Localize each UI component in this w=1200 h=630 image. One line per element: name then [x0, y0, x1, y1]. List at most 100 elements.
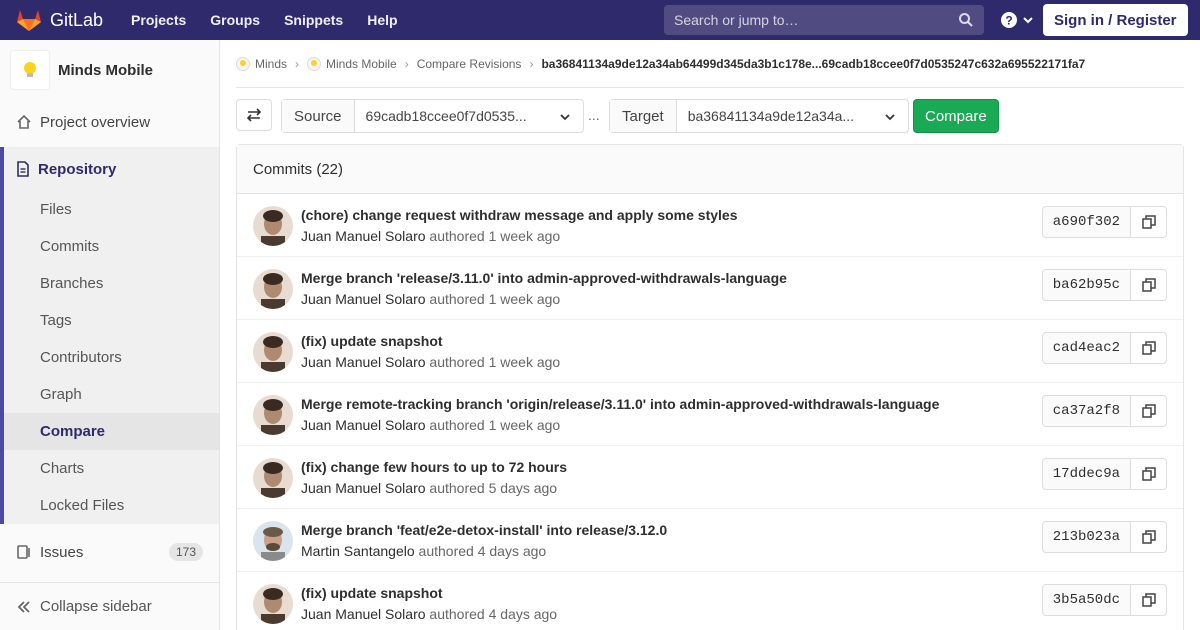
commit-sha-button[interactable]: a690f302 — [1041, 206, 1131, 238]
target-selector: Target ba36841134a9de12a34a... — [609, 99, 909, 133]
search-icon[interactable] — [958, 12, 974, 28]
commit-title[interactable]: Merge branch 'release/3.11.0' into admin… — [301, 270, 787, 286]
swap-arrows-icon — [246, 108, 262, 122]
nav-groups[interactable]: Groups — [210, 12, 260, 28]
commit-author[interactable]: Juan Manuel Solaro — [301, 606, 426, 622]
copy-sha-button[interactable] — [1130, 521, 1167, 553]
avatar[interactable] — [253, 584, 293, 624]
commit-author[interactable]: Martin Santangelo — [301, 543, 415, 559]
commit-sha-button[interactable]: ba62b95c — [1041, 269, 1131, 301]
target-dropdown[interactable]: ba36841134a9de12a34a... — [677, 100, 908, 132]
chevron-right-icon: › — [404, 56, 409, 71]
commit-time: 4 days ago — [477, 543, 547, 559]
commit-author[interactable]: Juan Manuel Solaro — [301, 417, 426, 433]
commit-sha-button[interactable]: 3b5a50dc — [1041, 584, 1131, 616]
commit-author[interactable]: Juan Manuel Solaro — [301, 480, 426, 496]
sign-in-button[interactable]: Sign in / Register — [1043, 4, 1188, 36]
gitlab-logo[interactable]: GitLab — [16, 8, 103, 32]
sidebar-item-commits[interactable]: Commits — [4, 228, 219, 265]
copy-sha-button[interactable] — [1130, 332, 1167, 364]
breadcrumb-minds[interactable]: Minds — [236, 56, 287, 71]
sidebar-item-tags[interactable]: Tags — [4, 302, 219, 339]
copy-icon — [1141, 341, 1156, 355]
avatar[interactable] — [253, 395, 293, 435]
help-dropdown[interactable]: ? — [1000, 11, 1035, 29]
commit-action: authored — [429, 480, 485, 496]
sidebar-item-charts[interactable]: Charts — [4, 450, 219, 487]
commits-list: Commits (22) (chore) change request with… — [236, 144, 1184, 630]
group-avatar-icon — [236, 56, 250, 71]
range-dots: ... — [588, 107, 600, 123]
breadcrumb-current[interactable]: ba36841134a9de12a34ab64499d345da3b1c178e… — [541, 57, 1085, 71]
search-input[interactable] — [664, 12, 944, 28]
breadcrumb: Minds › Minds Mobile › Compare Revisions… — [236, 40, 1184, 88]
commit-action: authored — [429, 417, 485, 433]
copy-sha-button[interactable] — [1130, 206, 1167, 238]
commit-author[interactable]: Juan Manuel Solaro — [301, 291, 426, 307]
chevron-down-icon — [1023, 17, 1033, 24]
nav-projects[interactable]: Projects — [131, 12, 186, 28]
avatar[interactable] — [253, 206, 293, 246]
commit-action: authored — [429, 354, 485, 370]
copy-sha-button[interactable] — [1130, 458, 1167, 490]
search-box[interactable] — [664, 5, 984, 35]
commit-sha-button[interactable]: 213b023a — [1041, 521, 1131, 553]
copy-sha-button[interactable] — [1130, 269, 1167, 301]
commit-author[interactable]: Juan Manuel Solaro — [301, 228, 426, 244]
commit-title[interactable]: Merge branch 'feat/e2e-detox-install' in… — [301, 522, 667, 538]
collapse-sidebar-button[interactable]: Collapse sidebar — [0, 582, 219, 630]
chevron-right-icon: › — [295, 56, 300, 71]
project-sidebar: Minds Mobile Project overview Repository… — [0, 40, 220, 630]
copy-sha-button[interactable] — [1130, 395, 1167, 427]
home-icon — [16, 114, 32, 130]
sidebar-item-repository[interactable]: Repository — [4, 147, 219, 191]
avatar[interactable] — [253, 269, 293, 309]
commit-sha-button[interactable]: cad4eac2 — [1041, 332, 1131, 364]
compare-button[interactable]: Compare — [913, 99, 999, 133]
chevron-right-icon: › — [529, 56, 534, 71]
breadcrumb-compare-revisions[interactable]: Compare Revisions — [417, 57, 522, 71]
copy-icon — [1141, 593, 1156, 607]
source-dropdown[interactable]: 69cadb18ccee0f7d0535... — [355, 100, 583, 132]
copy-sha-button[interactable] — [1130, 584, 1167, 616]
commit-title[interactable]: (fix) update snapshot — [301, 585, 443, 601]
commit-sha-button[interactable]: ca37a2f8 — [1041, 395, 1131, 427]
sidebar-item-compare[interactable]: Compare — [4, 413, 219, 450]
commit-row: (fix) update snapshot Juan Manuel Solaro… — [237, 572, 1183, 630]
commit-author[interactable]: Juan Manuel Solaro — [301, 354, 426, 370]
sidebar-item-issues[interactable]: Issues 173 — [0, 530, 219, 574]
commit-time: 1 week ago — [488, 228, 561, 244]
sidebar-project-header[interactable]: Minds Mobile — [0, 40, 219, 100]
breadcrumb-project[interactable]: Minds Mobile — [307, 56, 397, 71]
sidebar-item-locked-files[interactable]: Locked Files — [4, 487, 219, 524]
source-value: 69cadb18ccee0f7d0535... — [365, 108, 527, 124]
commit-row: Merge branch 'release/3.11.0' into admin… — [237, 257, 1183, 320]
sidebar-item-project-overview[interactable]: Project overview — [0, 100, 219, 144]
source-selector: Source 69cadb18ccee0f7d0535... — [281, 99, 584, 133]
commit-title[interactable]: (fix) change few hours to up to 72 hours — [301, 459, 567, 475]
commit-action: authored — [429, 606, 485, 622]
commit-meta: Juan Manuel Solaro authored 5 days ago — [301, 480, 557, 496]
commit-row: (chore) change request withdraw message … — [237, 194, 1183, 257]
commit-time: 1 week ago — [488, 417, 561, 433]
commit-title[interactable]: (chore) change request withdraw message … — [301, 207, 737, 223]
nav-snippets[interactable]: Snippets — [284, 12, 343, 28]
project-avatar — [10, 50, 50, 90]
chevron-down-icon — [560, 114, 570, 121]
commit-title[interactable]: (fix) update snapshot — [301, 333, 443, 349]
sidebar-item-branches[interactable]: Branches — [4, 265, 219, 302]
avatar[interactable] — [253, 458, 293, 498]
avatar[interactable] — [253, 332, 293, 372]
commit-time: 5 days ago — [488, 480, 558, 496]
sidebar-item-contributors[interactable]: Contributors — [4, 339, 219, 376]
issues-icon — [16, 544, 32, 560]
commit-title[interactable]: Merge remote-tracking branch 'origin/rel… — [301, 396, 939, 412]
sidebar-item-files[interactable]: Files — [4, 191, 219, 228]
sidebar-item-graph[interactable]: Graph — [4, 376, 219, 413]
swap-revisions-button[interactable] — [236, 99, 272, 131]
document-icon — [16, 161, 30, 177]
avatar[interactable] — [253, 521, 293, 561]
nav-help[interactable]: Help — [367, 12, 397, 28]
commit-sha-button[interactable]: 17ddec9a — [1041, 458, 1131, 490]
commit-meta: Juan Manuel Solaro authored 1 week ago — [301, 291, 560, 307]
